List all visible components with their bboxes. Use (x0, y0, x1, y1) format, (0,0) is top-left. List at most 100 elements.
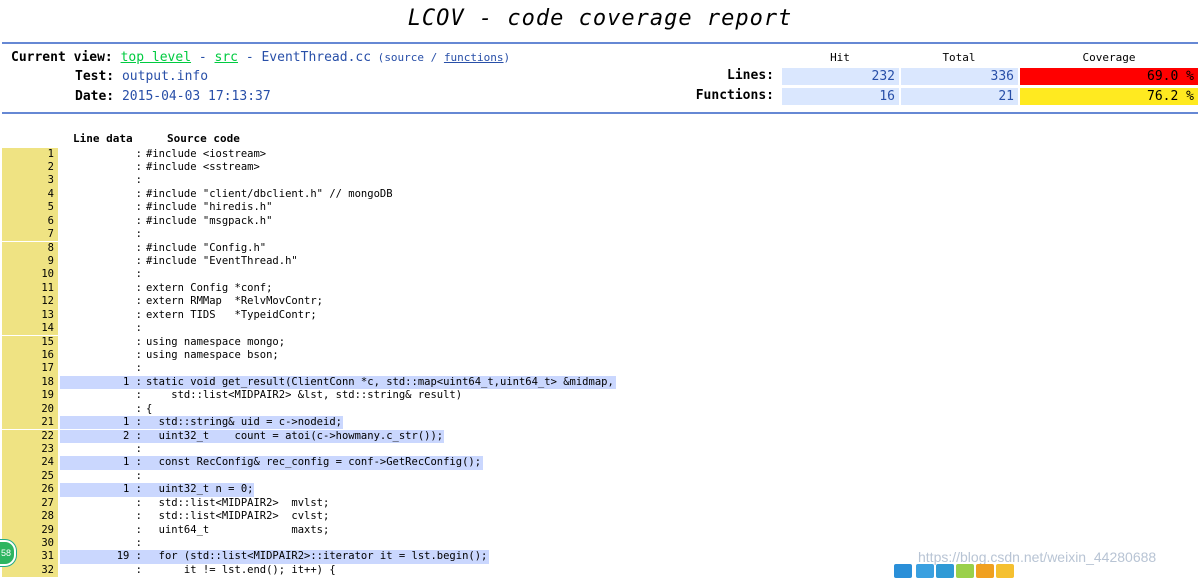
test-value: output.info (121, 69, 209, 84)
line-data-header: Line data (73, 132, 133, 145)
line-hit-count: : (129, 510, 142, 523)
toolbar-lang-icon[interactable] (916, 564, 934, 578)
line-number[interactable]: 12 (2, 295, 58, 309)
test-row: Test: output.info (75, 69, 208, 84)
line-hit-count: : (129, 536, 142, 549)
source-code-header: Source code (167, 132, 240, 145)
line-number[interactable]: 4 (2, 187, 58, 202)
line-code: std::string& uid = c->nodeid; (146, 416, 342, 429)
page-title: LCOV - code coverage report (407, 6, 793, 31)
line-number[interactable]: 7 (2, 228, 58, 242)
toolbar-smiley-icon[interactable] (996, 564, 1014, 578)
line-number[interactable]: 24 (2, 456, 58, 470)
line-hit-count: 2 : (123, 429, 142, 442)
line-hit-count: 1 : (123, 416, 142, 429)
source-line: 21 1 : std::string& uid = c->nodeid; (2, 416, 1198, 430)
source-line: 3 : (2, 174, 1198, 188)
line-number[interactable]: 27 (2, 496, 58, 511)
breadcrumb-separator: - (238, 50, 262, 65)
source-line: 26 1 : uint32_t n = 0; (2, 483, 1198, 497)
line-hit-count: : (129, 214, 142, 227)
line-hit-count: : (129, 469, 142, 482)
line-code: for (std::list<MIDPAIR2>::iterator it = … (146, 550, 488, 563)
line-number[interactable]: 19 (2, 389, 58, 403)
source-line: 16 : using namespace bson; (2, 348, 1198, 363)
source-line: 10 : (2, 268, 1198, 282)
line-number[interactable]: 21 (2, 416, 58, 430)
source-line: 19 : std::list<MIDPAIR2> &lst, std::stri… (2, 389, 1198, 403)
line-code: std::list<MIDPAIR2> cvlst; (146, 510, 330, 523)
line-number[interactable]: 9 (2, 254, 58, 269)
line-code: #include "Config.h" (146, 241, 267, 254)
line-number[interactable]: 15 (2, 335, 58, 349)
line-number[interactable]: 8 (2, 241, 58, 255)
line-number[interactable]: 5 (2, 201, 58, 215)
line-number[interactable]: 2 (2, 160, 58, 175)
line-hit-count: : (129, 335, 142, 348)
line-number[interactable]: 18 (2, 375, 58, 390)
line-number[interactable]: 11 (2, 281, 58, 296)
line-number[interactable]: 22 (2, 429, 58, 443)
line-number[interactable]: 32 (2, 563, 58, 578)
toolbar-grid-icon[interactable] (956, 564, 974, 578)
line-number[interactable]: 20 (2, 402, 58, 417)
line-code: std::list<MIDPAIR2> mvlst; (146, 496, 330, 509)
breadcrumb-src-link[interactable]: src (215, 50, 238, 65)
watermark: https://blog.csdn.net/weixin_44280688 (918, 549, 1157, 565)
line-code: std::list<MIDPAIR2> &lst, std::string& r… (146, 389, 463, 402)
breadcrumb-separator: - (191, 50, 215, 65)
line-number[interactable]: 3 (2, 174, 58, 188)
view-functions-link[interactable]: functions (444, 51, 504, 64)
breadcrumb-top-level-link[interactable]: top level (121, 50, 191, 65)
line-code: static void get_result(ClientConn *c, st… (146, 375, 614, 388)
current-view-label: Current view: (11, 50, 113, 65)
toolbar-tile-icon[interactable] (894, 564, 912, 578)
line-hit-count: : (129, 523, 142, 536)
view-source-current: source (384, 51, 425, 64)
line-code: extern TIDS *TypeidContr; (146, 308, 317, 321)
line-hit-count: : (129, 389, 142, 402)
source-line: 29 : uint64_t maxts; (2, 523, 1198, 537)
line-code: const RecConfig& rec_config = conf->GetR… (146, 456, 482, 469)
line-number[interactable]: 6 (2, 214, 58, 229)
source-line: 32 : it != lst.end(); it++) { (2, 563, 1198, 578)
line-number[interactable]: 13 (2, 308, 58, 323)
toolbar-moon-icon[interactable] (936, 564, 954, 578)
current-view-row: Current view: top level - src - EventThr… (11, 50, 510, 65)
line-number[interactable]: 28 (2, 510, 58, 524)
line-hit-count: : (129, 322, 142, 335)
line-hit-count: : (129, 241, 142, 254)
line-code: #include "client/dbclient.h" // mongoDB (146, 187, 393, 200)
source-line: 4 : #include "client/dbclient.h" // mongo… (2, 187, 1198, 202)
line-number[interactable]: 14 (2, 322, 58, 336)
source-line: 15 : using namespace mongo; (2, 335, 1198, 349)
line-code: #include <iostream> (146, 147, 267, 160)
line-number[interactable]: 1 (2, 147, 58, 161)
line-number[interactable]: 25 (2, 469, 58, 484)
lines-coverage: 69.0 % (1020, 68, 1198, 85)
line-number[interactable]: 26 (2, 483, 58, 497)
toolbar-gear-icon[interactable] (976, 564, 994, 578)
line-hit-count: 1 : (123, 375, 142, 388)
line-number[interactable]: 10 (2, 268, 58, 282)
line-number[interactable]: 29 (2, 523, 58, 537)
line-number[interactable]: 23 (2, 442, 58, 457)
source-line: 11 : extern Config *conf; (2, 281, 1198, 296)
hit-count-value: 19 (116, 550, 130, 563)
view-close-paren: ) (503, 51, 511, 64)
date-value: 2015-04-03 17:13:37 (121, 89, 271, 104)
line-hit-count: : (129, 174, 142, 187)
line-code: #include "msgpack.h" (146, 214, 273, 227)
line-code: using namespace bson; (146, 348, 279, 361)
date-label: Date: (75, 89, 115, 104)
source-line: 24 1 : const RecConfig& rec_config = conf… (2, 456, 1198, 470)
breadcrumb-file: EventThread.cc (261, 50, 372, 65)
line-number[interactable]: 16 (2, 348, 58, 363)
header-top-rule (2, 42, 1198, 44)
line-hit-count: : (129, 442, 142, 455)
column-hit-header: Hit (830, 51, 850, 64)
line-number[interactable]: 17 (2, 362, 58, 376)
functions-coverage: 76.2 % (1020, 88, 1198, 105)
lines-hit: 232 (782, 68, 899, 85)
line-hit-count: : (129, 281, 142, 294)
